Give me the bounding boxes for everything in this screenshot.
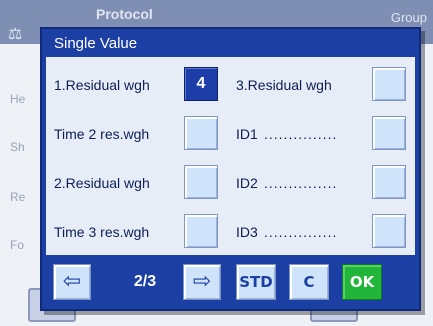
residual-3-field[interactable] — [372, 67, 406, 101]
background-side-item: Re — [10, 190, 26, 204]
row-label-residual-1: 1.Residual wgh — [54, 77, 150, 93]
ok-button[interactable]: OK — [342, 264, 382, 300]
row-label-id3: ID3 — [236, 224, 258, 240]
background-side-item: Fo — [10, 238, 25, 252]
id3-field[interactable] — [372, 214, 406, 248]
time-3-field[interactable] — [184, 214, 218, 248]
id2-field[interactable] — [372, 165, 406, 199]
std-button[interactable]: STD — [236, 264, 276, 300]
id1-placeholder: ............... — [264, 126, 338, 142]
page-indicator: 2/3 — [133, 273, 157, 290]
id3-placeholder: ............... — [264, 224, 338, 240]
previous-page-button[interactable]: ⇦ — [53, 264, 91, 300]
row-label-id2: ID2 — [236, 175, 258, 191]
arrow-left-icon: ⇦ — [62, 269, 82, 294]
background-side-item: Sh — [10, 140, 25, 154]
row-label-time-3: Time 3 res.wgh — [54, 224, 150, 240]
background-header-title: Protocol — [96, 6, 153, 22]
row-label-id1: ID1 — [236, 126, 258, 142]
row-label-time-2: Time 2 res.wgh — [54, 126, 150, 142]
row-label-residual-2: 2.Residual wgh — [54, 175, 150, 191]
background-header-extra: Group — [390, 10, 427, 25]
single-value-dialog: Single Value 1.Residual wgh 4 Time 2 res… — [40, 27, 421, 311]
dialog-title: Single Value — [54, 35, 138, 52]
time-2-field[interactable] — [184, 116, 218, 150]
dialog-content: 1.Residual wgh 4 Time 2 res.wgh 2.Residu… — [46, 57, 415, 255]
row-label-residual-3: 3.Residual wgh — [236, 77, 332, 93]
next-page-button[interactable]: ⇨ — [183, 264, 221, 300]
clear-button[interactable]: C — [289, 264, 329, 300]
id2-placeholder: ............... — [264, 175, 338, 191]
residual-1-field[interactable]: 4 — [184, 67, 218, 101]
id1-field[interactable] — [372, 116, 406, 150]
residual-2-field[interactable] — [184, 165, 218, 199]
background-side-item: He — [10, 92, 26, 106]
arrow-right-icon: ⇨ — [192, 269, 212, 294]
scale-icon: ⚖ — [8, 26, 23, 43]
